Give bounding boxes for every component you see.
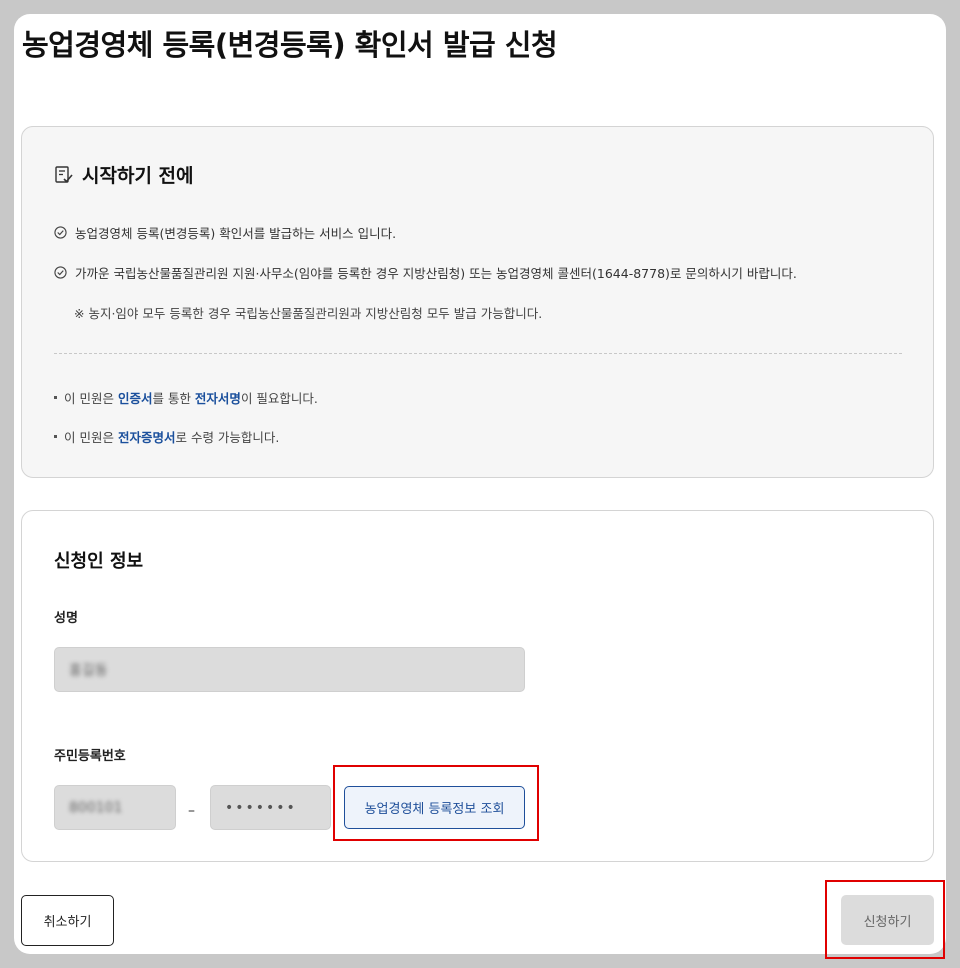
bullet-certificate: 이 민원은 인증서를 통한 전자서명이 필요합니다.: [54, 388, 318, 407]
rrn-front-field[interactable]: 800101: [54, 785, 176, 830]
checklist-icon: [55, 165, 73, 183]
check-circle-icon: [54, 226, 67, 239]
intro-heading-text: 시작하기 전에: [82, 165, 194, 187]
bullet2-pre: 이 민원은: [64, 430, 118, 445]
info-line-1-text: 농업경영체 등록(변경등록) 확인서를 발급하는 서비스 입니다.: [75, 226, 397, 241]
rrn-back-field[interactable]: •••••••: [210, 785, 331, 830]
bullet2-highlight: 전자증명서: [117, 430, 176, 445]
bullet-dot: [54, 396, 57, 399]
bullet-e-certificate: 이 민원은 전자증명서로 수령 가능합니다.: [54, 427, 279, 446]
info-line-1: 농업경영체 등록(변경등록) 확인서를 발급하는 서비스 입니다.: [54, 223, 396, 242]
name-value: 홍길동: [69, 662, 108, 679]
rrn-back-value: •••••••: [225, 799, 297, 816]
check-circle-icon: [54, 266, 67, 279]
bullet1-highlight-signature: 전자서명: [194, 391, 241, 406]
rrn-separator: –: [188, 803, 195, 819]
info-line-2: 가까운 국립농산물품질관리원 지원·사무소(임야를 등록한 경우 지방산림청) …: [54, 263, 797, 282]
intro-panel: 시작하기 전에 농업경영체 등록(변경등록) 확인서를 발급하는 서비스 입니다…: [21, 126, 934, 478]
highlight-box-lookup: [333, 765, 539, 841]
rrn-label: 주민등록번호: [54, 749, 126, 764]
bullet1-post: 이 필요합니다.: [240, 391, 318, 406]
cancel-button[interactable]: 취소하기: [21, 895, 114, 946]
bullet2-post: 로 수령 가능합니다.: [175, 430, 280, 445]
applicant-info-heading: 신청인 정보: [54, 551, 144, 572]
bullet1-highlight-certificate: 인증서: [117, 391, 153, 406]
highlight-box-submit: [825, 880, 945, 959]
info-line-2-text: 가까운 국립농산물품질관리원 지원·사무소(임야를 등록한 경우 지방산림청) …: [75, 266, 797, 281]
info-note: ※ 농지·임야 모두 등록한 경우 국립농산물품질관리원과 지방산림청 모두 발…: [74, 306, 543, 321]
intro-heading: 시작하기 전에: [54, 161, 194, 188]
name-field[interactable]: 홍길동: [54, 647, 525, 692]
bullet1-mid: 를 통한: [152, 391, 195, 406]
name-label: 성명: [54, 611, 78, 626]
bullet1-pre: 이 민원은: [64, 391, 118, 406]
rrn-front-value: 800101: [69, 799, 123, 816]
divider: [54, 353, 902, 354]
page-container: 농업경영체 등록(변경등록) 확인서 발급 신청 시작하기 전에 농업경영체 등…: [14, 14, 946, 954]
bullet-dot: [54, 435, 57, 438]
page-title: 농업경영체 등록(변경등록) 확인서 발급 신청: [22, 28, 558, 62]
